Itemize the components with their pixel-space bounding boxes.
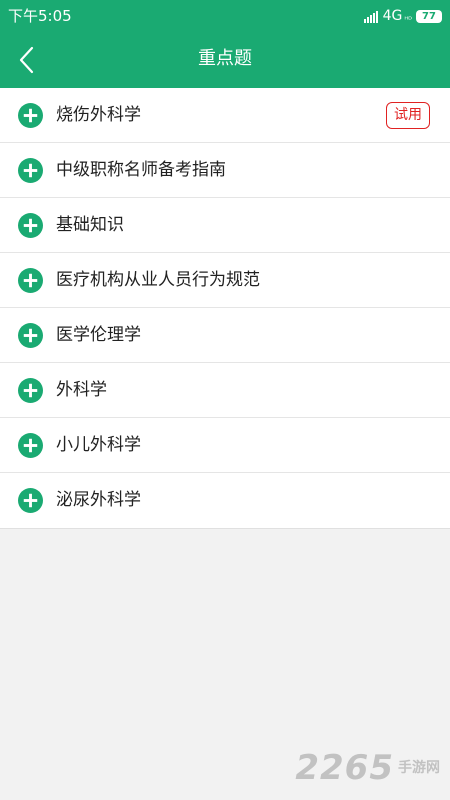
list-item[interactable]: 烧伤外科学 试用 [0,88,450,143]
plus-circle-icon[interactable] [18,433,43,458]
list-item[interactable]: 泌尿外科学 [0,473,450,528]
status-bar: 下午5:05 4G ᴴᴰ 77 [0,0,450,32]
list-item[interactable]: 医学伦理学 [0,308,450,363]
plus-circle-icon[interactable] [18,158,43,183]
list-item-label: 中级职称名师备考指南 [56,160,226,180]
trial-badge[interactable]: 试用 [386,102,430,129]
list-item-label: 外科学 [56,380,107,400]
watermark-text: 手游网 [398,760,440,776]
plus-circle-icon[interactable] [18,323,43,348]
list-item[interactable]: 医疗机构从业人员行为规范 [0,253,450,308]
plus-circle-icon[interactable] [18,103,43,128]
watermark: 2265 手游网 [295,748,440,788]
screen: 下午5:05 4G ᴴᴰ 77 重点题 烧伤外科学 试用 中级职称名师备考指南 … [0,0,450,800]
plus-circle-icon[interactable] [18,213,43,238]
topic-list: 烧伤外科学 试用 中级职称名师备考指南 基础知识 医疗机构从业人员行为规范 医学… [0,88,450,529]
battery-icon: 77 [416,9,442,23]
plus-circle-icon[interactable] [18,488,43,513]
list-item-label: 医学伦理学 [56,325,141,345]
list-item-label: 小儿外科学 [56,435,141,455]
list-item[interactable]: 基础知识 [0,198,450,253]
network-label: 4G [382,8,403,24]
page-title: 重点题 [198,48,252,69]
list-item-label: 医疗机构从业人员行为规范 [56,270,260,290]
status-indicators: 4G ᴴᴰ 77 [363,6,442,26]
hd-indicator: ᴴᴰ [404,14,412,24]
list-item-label: 烧伤外科学 [56,105,141,125]
list-item[interactable]: 中级职称名师备考指南 [0,143,450,198]
status-time: 下午5:05 [8,7,72,25]
list-item[interactable]: 小儿外科学 [0,418,450,473]
signal-icon [363,9,379,23]
list-item[interactable]: 外科学 [0,363,450,418]
watermark-number: 2265 [295,748,394,788]
list-item-label: 基础知识 [56,215,124,235]
plus-circle-icon[interactable] [18,378,43,403]
plus-circle-icon[interactable] [18,268,43,293]
nav-bar: 重点题 [0,32,450,88]
list-item-label: 泌尿外科学 [56,490,141,510]
